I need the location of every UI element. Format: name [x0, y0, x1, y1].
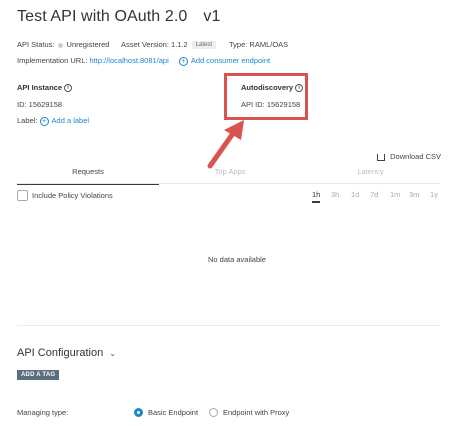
tabs-divider — [17, 183, 440, 184]
asset-version: Asset Version: 1.1.2 Latest — [121, 40, 217, 50]
range-3m[interactable]: 3m — [409, 190, 419, 199]
api-status: API Status: Unregistered — [17, 40, 110, 49]
basic-endpoint-radio[interactable] — [134, 408, 143, 417]
instance-label-row: Label: + Add a label — [17, 116, 90, 126]
endpoint-with-proxy-radio[interactable] — [209, 408, 218, 417]
range-1y[interactable]: 1y — [430, 190, 438, 199]
page-title: Test API with OAuth 2.0 v1 — [17, 8, 221, 26]
api-type: Type: RAML/OAS — [229, 40, 289, 49]
add-consumer-endpoint-link[interactable]: + Add consumer endpoint — [178, 56, 270, 66]
implementation-url-row: Implementation URL: http://localhost:808… — [17, 56, 271, 66]
range-1m[interactable]: 1m — [390, 190, 400, 199]
autodiscovery-highlight — [224, 73, 308, 120]
implementation-url-link[interactable]: http://localhost:8081/api — [90, 56, 169, 65]
no-data-message: No data available — [208, 255, 266, 264]
api-version: v1 — [203, 8, 221, 25]
tab-latency[interactable]: Latency — [301, 166, 440, 183]
status-value: Unregistered — [66, 40, 110, 49]
status-dot-icon — [57, 42, 63, 48]
add-tag-button[interactable]: ADD A TAG — [17, 370, 60, 380]
range-7d[interactable]: 7d — [370, 190, 378, 199]
plus-circle-icon: + — [39, 116, 49, 126]
api-configuration-toggle[interactable]: API Configuration ⌄ — [17, 347, 116, 359]
download-csv-button[interactable]: Download CSV — [377, 152, 441, 161]
info-icon[interactable]: i — [64, 84, 73, 93]
api-instance-heading: API Instance i — [17, 83, 73, 93]
annotation-arrow-icon — [207, 120, 244, 169]
basic-endpoint-label[interactable]: Basic Endpoint — [148, 408, 198, 417]
section-divider — [17, 325, 440, 326]
include-policy-violations-label: Include Policy Violations — [32, 191, 113, 200]
autodiscovery-heading: Autodiscovery i — [241, 83, 304, 93]
managing-type-label: Managing type: — [17, 408, 69, 417]
instance-id: ID: 15629158 — [17, 100, 63, 109]
latest-badge: Latest — [191, 41, 217, 50]
add-label-link[interactable]: + Add a label — [39, 116, 89, 126]
analytics-tabs: Requests Top Apps Latency — [17, 166, 440, 185]
download-icon — [377, 153, 386, 161]
chevron-down-icon: ⌄ — [109, 349, 116, 358]
range-1d[interactable]: 1d — [351, 190, 359, 199]
range-3h[interactable]: 3h — [331, 190, 339, 199]
endpoint-with-proxy-label[interactable]: Endpoint with Proxy — [223, 408, 289, 417]
info-icon[interactable]: i — [295, 84, 304, 93]
range-1h[interactable]: 1h — [312, 190, 321, 203]
autodiscovery-api-id: API ID: 15629158 — [241, 100, 301, 109]
tab-top-apps[interactable]: Top Apps — [159, 166, 301, 183]
plus-circle-icon: + — [178, 56, 188, 66]
api-name: Test API with OAuth 2.0 — [17, 8, 188, 25]
include-policy-violations-checkbox[interactable] — [17, 190, 28, 201]
